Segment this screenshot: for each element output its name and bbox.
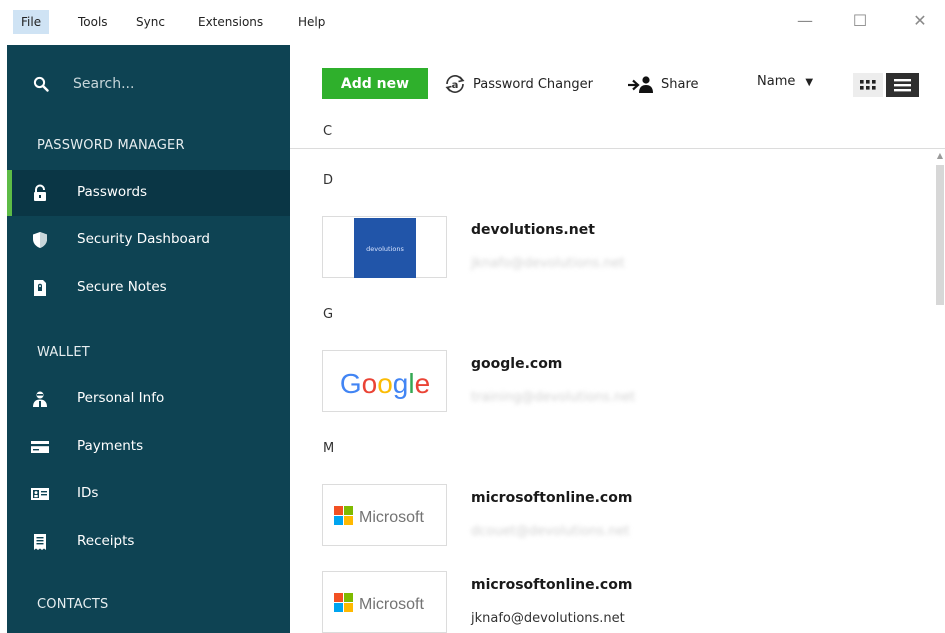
sidebar-item-passwords[interactable]: Passwords [7, 170, 290, 216]
id-card-icon [31, 488, 49, 500]
entry-logo: devolutions [322, 216, 447, 278]
entry-title: microsoftonline.com [471, 577, 633, 593]
sidebar-item-label: IDs [77, 485, 99, 501]
group-letter: G [323, 307, 334, 322]
password-changer-label: Password Changer [473, 76, 593, 92]
list-view-button[interactable] [886, 73, 919, 97]
sidebar: PASSWORD MANAGER Passwords Security Dash… [7, 45, 290, 633]
entry-username: jknafo@devolutions.net [471, 256, 625, 271]
microsoft-logo: Microsoft [334, 506, 424, 526]
share-button[interactable]: Share [627, 73, 699, 95]
sidebar-item-secure-notes[interactable]: Secure Notes [7, 265, 290, 311]
chevron-down-icon: ▼ [805, 77, 814, 88]
entry-title: microsoftonline.com [471, 490, 633, 506]
microsoft-logo: Microsoft [334, 593, 424, 613]
sidebar-item-personal-info[interactable]: Personal Info [7, 376, 290, 422]
section-title-wallet: WALLET [37, 345, 90, 360]
sort-label: Name [757, 74, 796, 89]
sidebar-item-payments[interactable]: Payments [7, 424, 290, 470]
scroll-up-icon[interactable]: ▲ [935, 151, 945, 161]
list-item[interactable]: Microsoft microsoftonline.com dcouet@dev… [322, 484, 922, 548]
devolutions-logo: devolutions [354, 218, 416, 278]
secure-note-icon [34, 280, 46, 296]
svg-text:Microsoft: Microsoft [359, 596, 424, 613]
entry-logo: Google [322, 350, 447, 412]
entry-title: google.com [471, 356, 563, 372]
sidebar-item-receipts[interactable]: Receipts [7, 519, 290, 565]
svg-text:Microsoft: Microsoft [359, 509, 424, 526]
close-button[interactable]: ✕ [900, 10, 940, 34]
menu-help[interactable]: Help [290, 10, 333, 34]
section-title-contacts: CONTACTS [37, 597, 109, 612]
search-row [7, 67, 290, 101]
share-icon [628, 76, 653, 93]
group-letter: M [323, 441, 335, 456]
entry-username: jknafo@devolutions.net [471, 611, 625, 626]
receipt-icon [34, 534, 46, 550]
sidebar-item-label: Passwords [77, 184, 148, 200]
search-input[interactable] [73, 74, 263, 94]
password-changer-button[interactable]: a Password Changer [443, 73, 593, 95]
list-item[interactable]: Google google.com training@devolutions.n… [322, 350, 922, 414]
maximize-button[interactable]: ☐ [840, 10, 880, 34]
group-letter: C [323, 124, 333, 139]
list-icon [894, 79, 911, 92]
google-logo: Google [340, 368, 430, 399]
minimize-button[interactable]: — [785, 10, 825, 34]
menu-tools[interactable]: Tools [70, 10, 116, 34]
group-letter: D [323, 173, 334, 188]
shield-icon [33, 232, 47, 248]
sidebar-item-label: Personal Info [77, 390, 165, 406]
entry-username: dcouet@devolutions.net [471, 524, 630, 539]
menu-extensions[interactable]: Extensions [190, 10, 271, 34]
list-item[interactable]: devolutions devolutions.net jknafo@devol… [322, 216, 922, 280]
person-icon [33, 391, 47, 407]
grid-view-button[interactable] [853, 73, 883, 97]
list-item[interactable]: Microsoft microsoftonline.com jknafo@dev… [322, 571, 922, 633]
sidebar-item-label: Security Dashboard [77, 231, 210, 247]
entry-title: devolutions.net [471, 222, 595, 238]
credit-card-icon [31, 441, 49, 453]
sidebar-item-security-dashboard[interactable]: Security Dashboard [7, 217, 290, 263]
lock-icon [34, 184, 46, 201]
sidebar-item-label: Payments [77, 438, 144, 454]
entry-logo: Microsoft [322, 484, 447, 546]
svg-text:Google: Google [340, 368, 430, 399]
menu-sync[interactable]: Sync [128, 10, 173, 34]
main-panel: Add new a Password Changer Share Name ▼ [290, 45, 945, 633]
password-changer-icon: a [445, 75, 465, 93]
share-label: Share [661, 76, 699, 92]
grid-icon [860, 80, 876, 90]
sidebar-item-label: Secure Notes [77, 279, 167, 295]
section-title-password-manager: PASSWORD MANAGER [37, 138, 185, 153]
search-icon [33, 76, 49, 92]
title-bar: File Tools Sync Extensions Help — ☐ ✕ [0, 0, 945, 45]
entry-username: training@devolutions.net [471, 390, 636, 405]
divider [290, 148, 945, 149]
sidebar-item-label: Receipts [77, 533, 135, 549]
svg-text:devolutions: devolutions [366, 245, 404, 253]
scrollbar-thumb[interactable] [936, 165, 944, 305]
sidebar-item-ids[interactable]: IDs [7, 471, 290, 517]
add-new-button[interactable]: Add new [322, 68, 428, 99]
svg-text:a: a [452, 80, 459, 91]
entry-logo: Microsoft [322, 571, 447, 633]
menu-file[interactable]: File [13, 10, 50, 34]
sort-dropdown[interactable]: Name ▼ [757, 74, 813, 89]
